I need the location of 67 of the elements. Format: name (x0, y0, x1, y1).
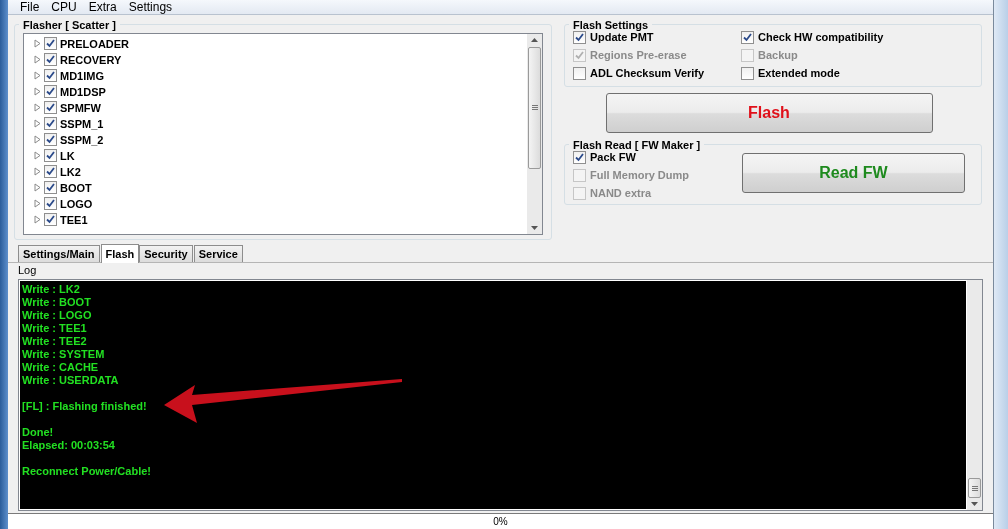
checkbox[interactable] (44, 133, 57, 147)
log-line: Write : BOOT (22, 295, 92, 309)
checkbox-option[interactable]: Pack FW (573, 150, 689, 164)
tab[interactable]: Settings/Main (18, 244, 100, 262)
checkbox-option[interactable]: Check HW compatibility (741, 30, 973, 44)
log-line: Done! (22, 425, 55, 439)
log-line: [FL] : Flashing finished! (22, 399, 148, 413)
tree-item[interactable]: LK (60, 149, 75, 162)
tree-item[interactable]: BOOT (60, 181, 92, 194)
log-line: Write : TEE1 (22, 321, 88, 335)
tree-item[interactable]: LOGO (60, 197, 93, 210)
checkbox[interactable] (44, 117, 57, 131)
checkbox-option[interactable]: Extended mode (741, 66, 973, 80)
tree-item[interactable]: SSPM_2 (60, 133, 104, 146)
group-title: Flash Settings (572, 18, 650, 31)
grip-icon (531, 105, 538, 111)
log-line: Write : SYSTEM (22, 347, 106, 361)
scrollbar[interactable] (527, 33, 542, 234)
checkbox[interactable] (573, 66, 586, 80)
checkbox[interactable] (573, 30, 586, 44)
checkbox[interactable] (44, 149, 57, 163)
scrollbar-thumb[interactable] (528, 46, 541, 169)
group-title: Flasher [ Scatter ] (22, 18, 117, 31)
checkbox[interactable] (44, 101, 57, 115)
log-label: Log (17, 262, 38, 277)
checkbox[interactable] (44, 37, 57, 51)
checkbox[interactable] (741, 30, 754, 44)
checkbox[interactable] (573, 150, 586, 164)
checkbox[interactable] (741, 66, 754, 80)
menu-item[interactable]: File (14, 0, 46, 14)
checkbox[interactable] (44, 181, 57, 195)
checkbox[interactable] (44, 53, 57, 67)
scrollbar-thumb[interactable] (968, 478, 981, 498)
grip-icon (971, 485, 978, 491)
tab[interactable]: Service (193, 244, 243, 262)
tree-item[interactable]: SSPM_1 (60, 117, 104, 130)
log-line: Elapsed: 00:03:54 (22, 438, 116, 452)
checkbox-option[interactable]: ADL Checksum Verify (573, 66, 741, 80)
checkbox[interactable] (44, 197, 57, 211)
tree-item[interactable]: RECOVERY (60, 53, 122, 66)
checkbox-option[interactable]: Update PMT (573, 30, 741, 44)
log-line: Write : LK2 (22, 282, 81, 296)
tree-item[interactable]: TEE1 (60, 213, 88, 226)
tree-item[interactable]: MD1DSP (60, 85, 106, 98)
progress-text: 0% (493, 515, 508, 529)
tab[interactable]: Flash (100, 243, 140, 263)
tree-item[interactable]: MD1IMG (60, 69, 104, 82)
tree-item[interactable]: SPMFW (60, 101, 101, 114)
log-line: Write : USERDATA (22, 373, 120, 387)
log-line: Write : TEE2 (22, 334, 88, 348)
log-line: Reconnect Power/Cable! (22, 464, 152, 478)
menu-item[interactable]: Settings (122, 0, 179, 14)
log-line: Write : CACHE (22, 360, 100, 374)
flash-button[interactable]: Flash (605, 92, 933, 133)
checkbox[interactable] (44, 85, 57, 99)
log-line: Write : LOGO (22, 308, 93, 322)
tree-item[interactable]: LK2 (60, 165, 81, 178)
menu-item[interactable]: Extra (82, 0, 123, 14)
checkbox[interactable] (44, 213, 57, 227)
tab[interactable]: Security (139, 244, 193, 262)
scrollbar[interactable] (967, 279, 982, 510)
read-fw-button[interactable]: Read FW (742, 153, 965, 194)
menu-item[interactable]: CPU (45, 0, 83, 14)
checkbox[interactable] (44, 165, 57, 179)
checkbox[interactable] (44, 69, 57, 83)
tree-item[interactable]: PRELOADER (60, 37, 130, 50)
group-title: Flash Read [ FW Maker ] (572, 138, 702, 151)
